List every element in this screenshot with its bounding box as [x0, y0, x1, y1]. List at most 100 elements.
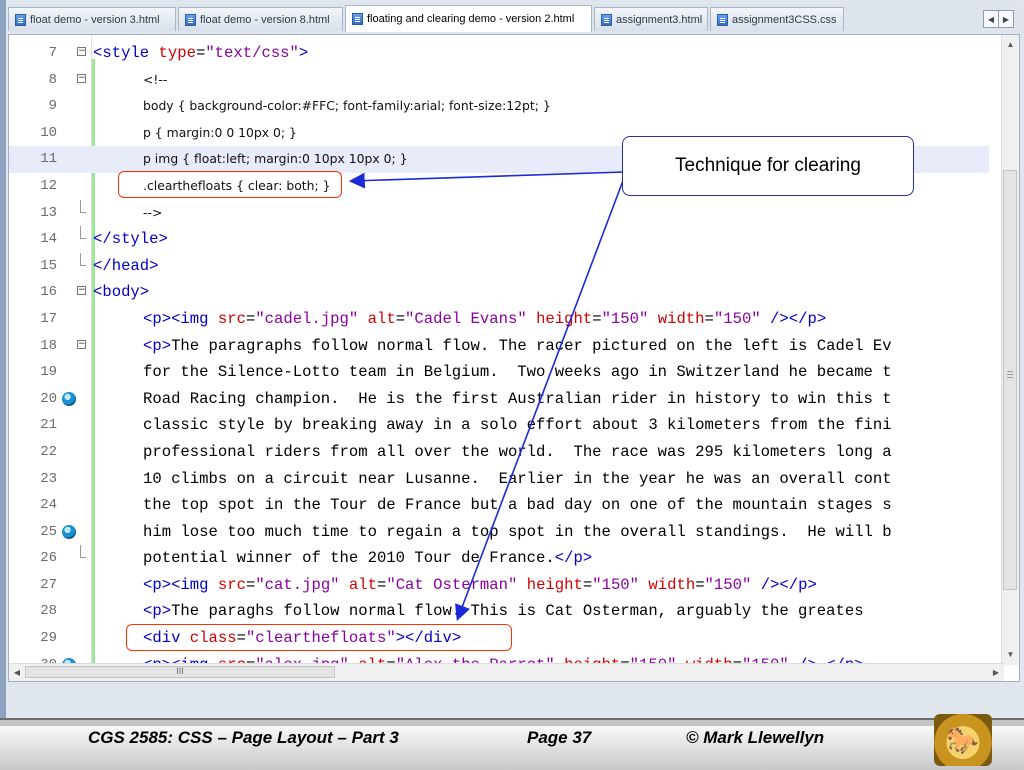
grip-line [1007, 377, 1013, 378]
fold-icon[interactable]: − [77, 286, 86, 296]
code-text: <p>The paraghs follow normal flow. This … [143, 602, 864, 621]
line-number: 8 [48, 71, 57, 88]
code-line: 9 body { background-color:#FFC; font-fam… [9, 93, 989, 120]
vertical-scrollbar[interactable]: ▲ ▼ [1001, 35, 1019, 665]
code-line: 28 <p>The paraghs follow normal flow. Th… [9, 598, 989, 625]
code-text: <p><img src="cat.jpg" alt="Cat Osterman"… [143, 575, 817, 594]
line-number: 25 [40, 523, 57, 540]
code-line: 14 </style> [9, 226, 989, 253]
code-text: him lose too much time to regain a top s… [143, 522, 892, 541]
fold-icon[interactable]: − [77, 47, 86, 56]
highlight-box-clear-div [126, 624, 512, 651]
code-editor[interactable]: 7 − <style type="text/css"> 8 − <!-- 9 b… [8, 34, 1020, 682]
line-number: 26 [40, 550, 57, 567]
editor-window: float demo - version 3.html float demo -… [0, 0, 1024, 718]
code-line: 27 <p><img src="cat.jpg" alt="Cat Osterm… [9, 572, 989, 599]
tab-float-demo-v8[interactable]: float demo - version 8.html [178, 7, 343, 31]
tab-label: assignment3.html [616, 13, 703, 26]
scroll-left-icon[interactable]: ◀ [9, 664, 25, 681]
fold-end-marker [80, 226, 86, 240]
tab-assignment3-html[interactable]: assignment3.html [594, 7, 708, 31]
code-line: 18 − <p>The paragraphs follow normal flo… [9, 333, 989, 360]
code-text: Road Racing champion. He is the first Au… [143, 389, 892, 408]
code-line: 23 10 climbs on a circuit near Lusanne. … [9, 466, 989, 493]
line-number: 21 [40, 417, 57, 434]
code-line: 24 the top spot in the Tour de France bu… [9, 492, 989, 519]
fold-icon[interactable]: − [77, 73, 86, 83]
highlight-box-css-rule [118, 171, 342, 198]
code-content: The paraghs follow normal flow. This is … [171, 602, 864, 621]
bookmark-icon[interactable] [62, 524, 76, 539]
code-line: 25 him lose too much time to regain a to… [9, 519, 989, 546]
footer-page-number: Page 37 [527, 728, 592, 747]
line-number: 14 [40, 231, 57, 248]
code-line: 15 </head> [9, 252, 989, 280]
code-text: <body> [93, 283, 150, 302]
code-text: <p>The paragraphs follow normal flow. Th… [143, 336, 892, 355]
code-line: 13 --> [9, 199, 989, 227]
code-text: </head> [93, 256, 159, 275]
ucf-pegasus-logo: 🐎 [934, 714, 992, 766]
line-number: 19 [40, 364, 57, 381]
code-content: The paragraphs follow normal flow. The r… [171, 336, 892, 355]
line-number: 11 [40, 151, 57, 168]
file-icon [601, 13, 612, 26]
code-text: p { margin:0 0 10px 0; } [143, 124, 297, 140]
code-line: 21 classic style by breaking away in a s… [9, 412, 989, 439]
scroll-up-icon[interactable]: ▲ [1002, 37, 1019, 53]
line-number: 28 [40, 603, 57, 620]
code-text: potential winner of the 2010 Tour de Fra… [143, 549, 593, 568]
code-content: potential winner of the 2010 Tour de Fra… [143, 549, 555, 568]
tab-float-demo-v3[interactable]: float demo - version 3.html [8, 7, 176, 31]
file-icon [15, 13, 26, 26]
slide-footer: CGS 2585: CSS – Page Layout – Part 3 Pag… [0, 718, 1024, 770]
code-line: 8 − <!-- [9, 67, 989, 94]
horizontal-scroll-thumb[interactable]: III [25, 666, 335, 678]
file-icon [185, 13, 196, 26]
line-number: 20 [40, 390, 57, 407]
code-text: --> [143, 204, 163, 220]
scroll-down-icon[interactable]: ▼ [1002, 647, 1019, 663]
line-number: 10 [40, 124, 57, 141]
tab-label: float demo - version 3.html [30, 13, 160, 26]
vertical-scroll-thumb[interactable] [1003, 170, 1017, 590]
footer-strip [0, 720, 1024, 726]
code-text: 10 climbs on a circuit near Lusanne. Ear… [143, 469, 892, 488]
code-text: the top spot in the Tour de France but a… [143, 496, 892, 515]
code-text: p img { float:left; margin:0 10px 10px 0… [143, 151, 408, 167]
line-number: 24 [40, 497, 57, 514]
line-number: 16 [40, 284, 57, 301]
scroll-right-icon[interactable]: ▶ [988, 664, 1004, 681]
code-text: body { background-color:#FFC; font-famil… [143, 98, 551, 114]
fold-icon[interactable]: − [77, 339, 86, 349]
line-number: 13 [40, 204, 57, 221]
tab-scroll-left-icon[interactable]: ◀ [984, 11, 998, 27]
line-number: 9 [48, 98, 57, 115]
tab-assignment3-css[interactable]: assignment3CSS.css [710, 7, 844, 31]
code-line: 22 professional riders from all over the… [9, 439, 989, 466]
tab-scroll-right-icon[interactable]: ▶ [998, 11, 1013, 27]
footer-course-title: CGS 2585: CSS – Page Layout – Part 3 [88, 728, 399, 747]
tab-label: float demo - version 8.html [200, 13, 330, 26]
bookmark-icon[interactable] [62, 391, 76, 406]
line-number: 27 [40, 576, 57, 593]
grip-line [1007, 371, 1013, 372]
fold-end-marker [80, 252, 86, 266]
grip-line [1007, 374, 1013, 375]
line-number: 23 [40, 470, 57, 487]
line-number: 15 [40, 257, 57, 274]
horizontal-scrollbar[interactable]: ◀ III ▶ [9, 663, 1004, 681]
window-left-border [0, 0, 6, 718]
code-line: 7 − <style type="text/css"> [9, 40, 989, 67]
callout-technique-for-clearing: Technique for clearing [622, 136, 914, 196]
code-line: 17 <p><img src="cadel.jpg" alt="Cadel Ev… [9, 306, 989, 333]
tab-scroll-buttons: ◀ ▶ [983, 10, 1014, 28]
footer-copyright: © Mark Llewellyn [686, 728, 825, 747]
line-number: 7 [48, 45, 57, 61]
tab-floating-clearing-demo[interactable]: floating and clearing demo - version 2.h… [345, 5, 592, 32]
fold-end-marker [80, 199, 86, 213]
line-number: 17 [40, 310, 57, 327]
code-line: 26 potential winner of the 2010 Tour de … [9, 545, 989, 572]
line-number: 22 [40, 443, 57, 460]
code-line: 16 − <body> [9, 279, 989, 306]
